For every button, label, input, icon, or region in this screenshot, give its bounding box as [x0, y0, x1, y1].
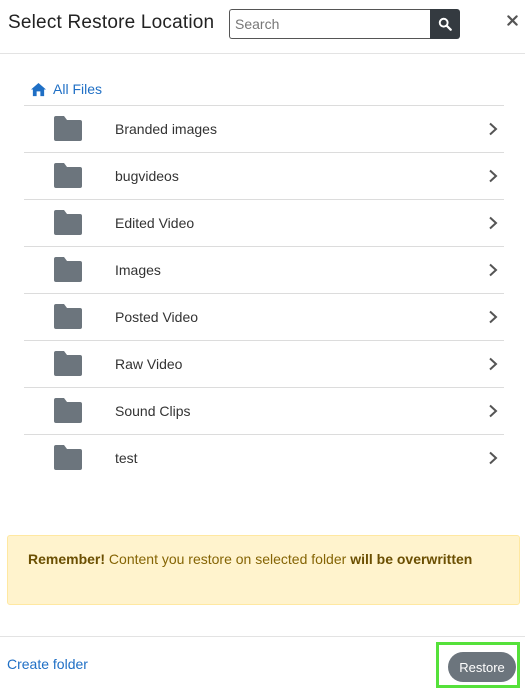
alert-strong-suffix: will be overwritten: [350, 551, 473, 567]
folder-icon: [54, 304, 82, 329]
folder-name: Edited Video: [115, 215, 195, 231]
folder-icon: [54, 210, 82, 235]
chevron-right-icon: [489, 451, 498, 465]
folder-icon: [54, 257, 82, 282]
search-input[interactable]: [229, 9, 430, 39]
chevron-right-icon: [489, 357, 498, 371]
folder-row[interactable]: Posted Video: [24, 293, 504, 340]
folder-name: bugvideos: [115, 168, 179, 184]
search-group: [229, 9, 460, 39]
create-folder-link[interactable]: Create folder: [7, 656, 88, 672]
dialog-title: Select Restore Location: [8, 12, 215, 33]
home-icon: [30, 82, 47, 97]
alert-text: Content you restore on selected folder: [105, 551, 351, 567]
folder-row[interactable]: Images: [24, 246, 504, 293]
close-icon: [506, 14, 518, 26]
folder-name: Raw Video: [115, 356, 183, 372]
breadcrumb-label: All Files: [53, 81, 103, 97]
search-icon: [438, 17, 452, 31]
breadcrumb-all-files[interactable]: All Files: [30, 79, 102, 99]
folder-row[interactable]: Sound Clips: [24, 387, 504, 434]
chevron-right-icon: [489, 404, 498, 418]
folder-icon: [54, 398, 82, 423]
dialog-header: Select Restore Location: [0, 0, 525, 54]
chevron-right-icon: [489, 263, 498, 277]
chevron-right-icon: [489, 122, 498, 136]
overwrite-warning-alert: Remember! Content you restore on selecte…: [7, 535, 520, 605]
folder-icon: [54, 116, 82, 141]
alert-strong-prefix: Remember!: [28, 551, 106, 567]
folder-name: test: [115, 450, 138, 466]
chevron-right-icon: [489, 216, 498, 230]
chevron-right-icon: [489, 169, 498, 183]
folder-row[interactable]: Branded images: [24, 105, 504, 152]
folder-name: Posted Video: [115, 309, 199, 325]
folder-name: Images: [115, 262, 161, 278]
folder-icon: [54, 445, 82, 470]
folder-name: Sound Clips: [115, 403, 191, 419]
close-button[interactable]: [502, 10, 522, 30]
folder-row[interactable]: Edited Video: [24, 199, 504, 246]
folder-list: Branded images bugvideos Edited Video Image…: [24, 105, 504, 481]
folder-icon: [54, 351, 82, 376]
folder-name: Branded images: [115, 121, 217, 137]
folder-row[interactable]: test: [24, 434, 504, 481]
folder-row[interactable]: bugvideos: [24, 152, 504, 199]
chevron-right-icon: [489, 310, 498, 324]
restore-button[interactable]: Restore: [448, 652, 516, 682]
folder-icon: [54, 163, 82, 188]
folder-row[interactable]: Raw Video: [24, 340, 504, 387]
search-button[interactable]: [430, 9, 460, 39]
